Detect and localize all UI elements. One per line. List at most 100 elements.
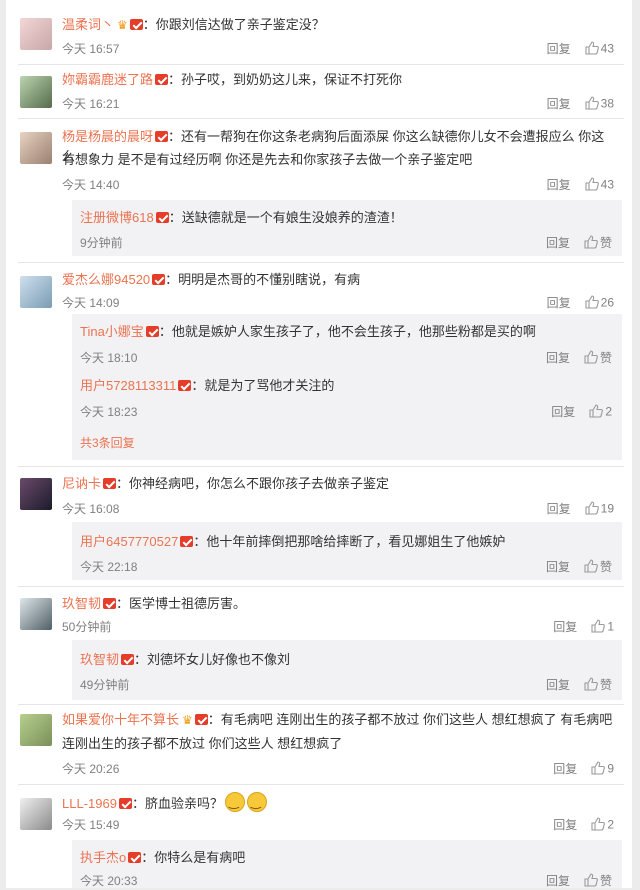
avatar[interactable] bbox=[20, 76, 52, 108]
commenter-name[interactable]: 杨是杨晨的晨呀 bbox=[62, 129, 153, 144]
divider bbox=[18, 704, 624, 705]
avatar[interactable] bbox=[20, 478, 52, 510]
commenter-name[interactable]: 玖智韧 bbox=[80, 652, 119, 667]
reply-box: 用户6457770527 ：他十年前摔倒把那啥给摔断了，看见娜姐生了他嫉妒 今天 … bbox=[72, 522, 622, 580]
reply-time: 今天 18:10 bbox=[80, 351, 138, 365]
reply-button[interactable]: 回复 bbox=[553, 620, 577, 634]
thumbs-up-icon[interactable] bbox=[585, 501, 599, 515]
like-count: 26 bbox=[600, 295, 614, 310]
thumbs-up-icon[interactable] bbox=[589, 404, 604, 418]
reply-button[interactable]: 回复 bbox=[553, 818, 577, 832]
commenter-name[interactable]: 注册微博618 bbox=[80, 210, 154, 225]
commenter-name[interactable]: 尼讷卡 bbox=[62, 476, 101, 491]
vip-badge-icon bbox=[118, 798, 132, 809]
like-button-label[interactable]: 赞 bbox=[600, 236, 612, 250]
like-count: 2 bbox=[607, 817, 614, 832]
vip-badge-icon bbox=[178, 380, 192, 391]
thumbs-up-icon[interactable] bbox=[584, 350, 598, 364]
like-button-label[interactable]: 赞 bbox=[600, 678, 612, 692]
like-count: 2 bbox=[605, 404, 612, 419]
avatar[interactable] bbox=[20, 714, 52, 746]
reply-box: 玖智韧 ：刘德坏女儿好像也不像刘 49分钟前 回复赞 bbox=[72, 640, 622, 700]
view-more-replies-link[interactable]: 共3条回复 bbox=[80, 434, 135, 452]
divider bbox=[18, 262, 624, 263]
commenter-name[interactable]: Tina小娜宝 bbox=[80, 324, 144, 339]
reply-button[interactable]: 回复 bbox=[547, 502, 571, 516]
divider bbox=[18, 466, 624, 467]
comment-time: 今天 16:57 bbox=[62, 42, 120, 56]
commenter-name[interactable]: 爱杰么娜94520 bbox=[62, 272, 150, 287]
commenter-name[interactable]: 用户6457770527 bbox=[80, 534, 178, 549]
thumbs-up-icon[interactable] bbox=[591, 619, 606, 633]
reply-box: 执手杰o ：你特么是有病吧 今天 20:33 回复赞 bbox=[72, 840, 622, 888]
reply-button[interactable]: 回复 bbox=[547, 178, 571, 192]
comment-text: 脐血验亲吗？ bbox=[144, 796, 223, 811]
comment-text: 明明是杰哥的不懂别瞎说，有病 bbox=[178, 272, 361, 287]
vip-badge-icon bbox=[103, 598, 117, 609]
reply-button[interactable]: 回复 bbox=[547, 296, 571, 310]
like-button-label[interactable]: 赞 bbox=[600, 351, 612, 365]
avatar[interactable] bbox=[20, 598, 52, 630]
comment-text: 孙子哎，到奶奶这儿来，保证不打死你 bbox=[181, 72, 403, 87]
like-button-label[interactable]: 赞 bbox=[600, 874, 612, 888]
thumbs-up-icon[interactable] bbox=[591, 761, 606, 775]
reply-item: 用户6457770527 ：他十年前摔倒把那啥给摔断了，看见娜姐生了他嫉妒 今天 … bbox=[80, 534, 612, 574]
commenter-name[interactable]: 如果爱你十年不算长 bbox=[62, 712, 179, 727]
reply-button[interactable]: 回复 bbox=[546, 560, 570, 574]
reply-time: 9分钟前 bbox=[80, 236, 123, 250]
avatar[interactable] bbox=[20, 276, 52, 308]
comment-text: 你跟刘信达做了亲子鉴定没？ bbox=[155, 17, 325, 32]
vip-badge-icon bbox=[155, 212, 169, 223]
reply-text: 他就是嫉妒人家生孩子了，他不会生孩子，他那些粉都是买的啊 bbox=[171, 324, 536, 339]
thumbs-up-icon[interactable] bbox=[591, 817, 606, 831]
reply-text: 刘德坏女儿好像也不像刘 bbox=[147, 652, 291, 667]
thumbs-up-icon[interactable] bbox=[585, 41, 599, 55]
comment-time: 今天 15:49 bbox=[62, 818, 120, 832]
reply-item: Tina小娜宝 ：他就是嫉妒人家生孩子了，他不会生孩子，他那些粉都是买的啊 今天 … bbox=[80, 324, 612, 365]
commenter-name[interactable]: 用户5728113311 bbox=[80, 378, 176, 393]
vip-badge-icon bbox=[103, 478, 117, 489]
reply-time: 今天 18:23 bbox=[80, 405, 138, 419]
thumbs-up-icon[interactable] bbox=[584, 559, 598, 573]
reply-button[interactable]: 回复 bbox=[553, 762, 577, 776]
vip-badge-icon bbox=[152, 274, 166, 285]
smiley-emoji-icon bbox=[224, 792, 245, 812]
reply-button[interactable]: 回复 bbox=[547, 42, 571, 56]
commenter-name[interactable]: 执手杰o bbox=[80, 850, 126, 865]
reply-button[interactable]: 回复 bbox=[546, 874, 570, 888]
reply-button[interactable]: 回复 bbox=[546, 678, 570, 692]
vip-badge-icon bbox=[155, 74, 169, 85]
thumbs-up-icon[interactable] bbox=[585, 177, 599, 191]
commenter-name[interactable]: LLL-1969 bbox=[62, 796, 117, 811]
comment-text: 你神经病吧，你怎么不跟你孩子去做亲子鉴定 bbox=[129, 476, 390, 491]
avatar[interactable] bbox=[20, 18, 52, 50]
thumbs-up-icon[interactable] bbox=[585, 96, 599, 110]
reply-time: 49分钟前 bbox=[80, 678, 130, 692]
commenter-name[interactable]: 温柔词丶 bbox=[62, 17, 114, 32]
like-button-label[interactable]: 赞 bbox=[600, 560, 612, 574]
like-count: 43 bbox=[600, 177, 614, 192]
reply-button[interactable]: 回复 bbox=[551, 405, 575, 419]
reply-text: 送缺德就是一个有娘生没娘养的渣渣！ bbox=[181, 210, 403, 225]
avatar[interactable] bbox=[20, 798, 52, 830]
divider bbox=[18, 118, 624, 119]
thumbs-up-icon[interactable] bbox=[585, 295, 599, 309]
reply-button[interactable]: 回复 bbox=[547, 97, 571, 111]
thumbs-up-icon[interactable] bbox=[584, 677, 598, 691]
vip-badge-icon bbox=[180, 536, 194, 547]
reply-text: 你特么是有病吧 bbox=[154, 850, 246, 865]
commenter-name[interactable]: 玖智韧 bbox=[62, 596, 101, 611]
thumbs-up-icon[interactable] bbox=[584, 873, 598, 887]
comment-text-continued: 有想象力 是不是有过经历啊 你还是先去和你家孩子去做一个亲子鉴定吧 bbox=[62, 152, 473, 167]
commenter-name[interactable]: 妳霸霸鹿迷了路 bbox=[62, 72, 153, 87]
reply-item: 注册微博618 ：送缺德就是一个有娘生没娘养的渣渣！ 9分钟前 回复赞 bbox=[80, 210, 612, 250]
comment-time: 今天 14:40 bbox=[62, 178, 120, 192]
avatar[interactable] bbox=[20, 132, 52, 164]
reply-button[interactable]: 回复 bbox=[546, 351, 570, 365]
comment-text-continued: 连刚出生的孩子都不放过 你们这些人 想红想疯了 bbox=[62, 736, 343, 751]
thumbs-up-icon[interactable] bbox=[584, 235, 598, 249]
comment-text: 有毛病吧 连刚出生的孩子都不放过 你们这些人 想红想疯了 有毛病吧 bbox=[220, 712, 613, 727]
reply-button[interactable]: 回复 bbox=[546, 236, 570, 250]
reply-item: 用户5728113311 ：就是为了骂他才关注的 今天 18:23 回复 2 bbox=[80, 378, 612, 419]
comment-time: 今天 20:26 bbox=[62, 762, 120, 776]
